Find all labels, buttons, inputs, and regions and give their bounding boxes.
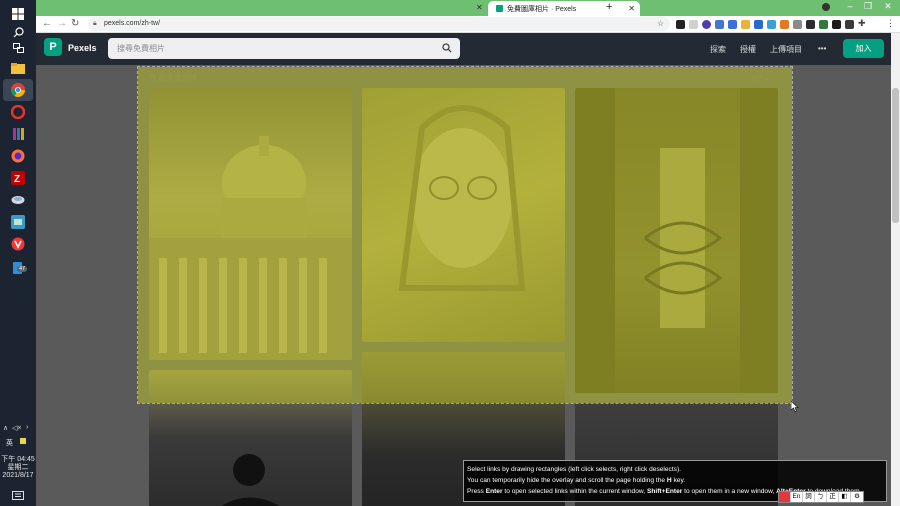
screenshot-app-icon[interactable]: [8, 212, 28, 232]
web-page: P Pexels 搜尋免費相片 探索 授權 上傳項目 ••• 加入 免費圖庫相片…: [36, 33, 891, 506]
file-explorer-icon[interactable]: [8, 58, 28, 78]
link-selection-rectangle[interactable]: [137, 66, 793, 404]
help-line-3-prefix: Press: [467, 488, 486, 495]
vivaldi-icon[interactable]: [8, 234, 28, 254]
address-bar[interactable]: 🔒︎ pexels.com/zh-tw/ ☆: [88, 17, 670, 31]
extension-1-icon[interactable]: [676, 20, 685, 29]
help-line-3-mid2: to open them in a new window,: [682, 488, 777, 495]
site-header: P Pexels 搜尋免費相片 探索 授權 上傳項目 ••• 加入: [36, 33, 891, 65]
extensions-puzzle-icon[interactable]: ✚: [858, 18, 866, 29]
tool-app-icon[interactable]: [8, 190, 28, 210]
search-submit-icon[interactable]: [442, 43, 452, 53]
app-badge: 47: [17, 266, 28, 272]
svg-text:Z: Z: [14, 174, 20, 185]
extension-6-icon[interactable]: [741, 20, 750, 29]
browser-window: ✕ 免費圖庫相片 · Pexels ✕ + – ❐ ✕ ← → ↻ 🔒︎ pex…: [36, 0, 900, 506]
winrar-icon[interactable]: [8, 124, 28, 144]
tab-pexels[interactable]: 免費圖庫相片 · Pexels ✕: [488, 1, 640, 16]
firefox-icon[interactable]: [8, 146, 28, 166]
help-line-1: Select links by drawing rectangles (left…: [467, 466, 682, 473]
extension-14-icon[interactable]: [845, 20, 854, 29]
help-key-shift-enter: Shift+Enter: [646, 488, 683, 495]
help-line-3-mid: to open selected links within the curren…: [502, 488, 647, 495]
task-view-icon[interactable]: [8, 38, 28, 58]
help-line-2-suffix: key.: [671, 477, 686, 484]
bookmark-star-icon[interactable]: ☆: [657, 17, 664, 31]
nav-upload[interactable]: 上傳項目: [770, 44, 802, 55]
mouse-cursor-icon: [791, 401, 799, 412]
tab-title: 免費圖庫相片 · Pexels: [507, 5, 577, 13]
ime-bopomofo[interactable]: ㄅ: [815, 492, 827, 502]
extension-2-icon[interactable]: [689, 20, 698, 29]
volume-icon[interactable]: ◁×: [12, 424, 21, 432]
help-key-enter: Enter: [485, 488, 503, 495]
back-icon[interactable]: ←: [42, 18, 52, 29]
nav-license[interactable]: 授權: [740, 44, 756, 55]
ime-fullwidth-icon[interactable]: ◧: [839, 492, 851, 502]
input-language[interactable]: 英: [6, 438, 13, 448]
tab-scroll-left-icon[interactable]: ✕: [476, 3, 483, 12]
ime-mode-english[interactable]: En: [791, 492, 803, 502]
windows-start-icon[interactable]: [8, 4, 28, 24]
help-line-2: You can temporarily hide the overlay and…: [467, 475, 883, 486]
new-tab-icon[interactable]: +: [606, 1, 612, 13]
pexels-favicon-icon: [496, 5, 503, 12]
browser-menu-icon[interactable]: ⋮: [886, 18, 895, 29]
opera-icon[interactable]: [8, 102, 28, 122]
page-scrollbar[interactable]: [891, 33, 900, 506]
pexels-logo-icon[interactable]: P: [44, 38, 62, 56]
ime-settings-icon[interactable]: ⚙: [851, 492, 863, 502]
join-button[interactable]: 加入: [843, 39, 884, 58]
site-brand[interactable]: Pexels: [68, 43, 97, 53]
url-text: pexels.com/zh-tw/: [104, 20, 161, 27]
forward-icon[interactable]: →: [57, 18, 67, 29]
nav-more[interactable]: •••: [818, 44, 826, 53]
extension-13-icon[interactable]: [832, 20, 841, 29]
extension-5-icon[interactable]: [728, 20, 737, 29]
ime-toolbar: En 詞 ㄅ 正 ◧ ⚙: [778, 491, 864, 503]
ime-traditional[interactable]: 正: [827, 492, 839, 502]
browser-toolbar: ← → ↻ 🔒︎ pexels.com/zh-tw/ ☆ ✚ ⋮: [36, 16, 900, 33]
clock-time[interactable]: 下午 04:45: [0, 456, 36, 464]
extension-8-icon[interactable]: [767, 20, 776, 29]
windows-taskbar: Z 47 ∧ ◁× › 英 下午 04:45 星期二 2021/8/17: [0, 0, 36, 506]
window-close-icon[interactable]: ✕: [878, 1, 898, 12]
profile-icon[interactable]: [822, 3, 830, 11]
extension-11-icon[interactable]: [806, 20, 815, 29]
tray-expand-icon[interactable]: ›: [26, 424, 28, 431]
ime-tray-icon[interactable]: [20, 438, 26, 444]
lock-icon: 🔒︎: [93, 20, 97, 27]
help-line-2-prefix: You can temporarily hide the overlay and…: [467, 477, 667, 484]
notification-app-icon[interactable]: 47: [8, 258, 28, 278]
tray-chevron-icon[interactable]: ∧: [3, 424, 8, 432]
notifications-icon[interactable]: [12, 488, 24, 506]
tab-close-icon[interactable]: ✕: [628, 4, 635, 13]
extension-10-icon[interactable]: [793, 20, 802, 29]
clock-date[interactable]: 2021/8/17: [0, 472, 36, 480]
extension-12-icon[interactable]: [819, 20, 828, 29]
ime-phrase[interactable]: 詞: [803, 492, 815, 502]
minimize-icon[interactable]: –: [840, 1, 860, 11]
filezilla-icon[interactable]: Z: [8, 168, 28, 188]
extension-7-icon[interactable]: [754, 20, 763, 29]
ime-logo-icon[interactable]: [779, 492, 791, 502]
search-input[interactable]: 搜尋免費相片: [108, 38, 460, 59]
clock-weekday[interactable]: 星期二: [0, 464, 36, 472]
nav-explore[interactable]: 探索: [710, 44, 726, 55]
chrome-icon[interactable]: [3, 79, 33, 101]
reload-icon[interactable]: ↻: [71, 18, 79, 29]
restore-icon[interactable]: ❐: [858, 1, 878, 12]
tab-strip: ✕ 免費圖庫相片 · Pexels ✕ + – ❐ ✕: [36, 0, 900, 16]
extension-9-icon[interactable]: [780, 20, 789, 29]
extension-3-icon[interactable]: [702, 20, 711, 29]
extension-4-icon[interactable]: [715, 20, 724, 29]
scroll-thumb[interactable]: [892, 88, 899, 223]
